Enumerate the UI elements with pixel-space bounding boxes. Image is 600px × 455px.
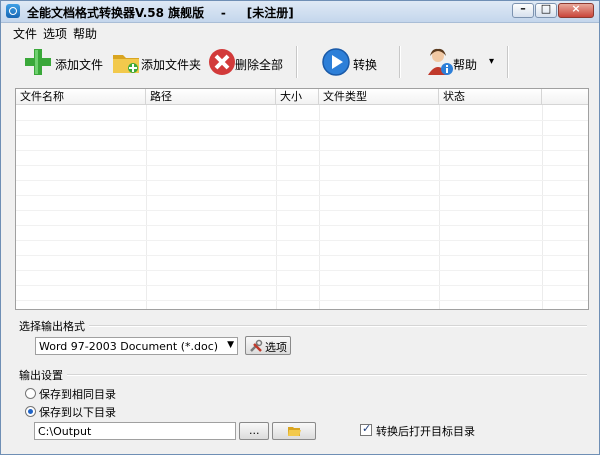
options-button[interactable]: 选项 [245, 336, 291, 355]
help-button[interactable]: 帮助 ▾ [425, 44, 503, 80]
open-after-convert-label[interactable]: 转换后打开目标目录 [376, 423, 475, 439]
app-window: 全能文档格式转换器V.58 旗舰版 - [未注册] – □ × 文件 选项 帮助… [0, 0, 600, 455]
play-icon [322, 48, 350, 76]
row-divider [16, 285, 588, 286]
open-folder-button[interactable] [272, 422, 316, 440]
delete-all-button[interactable]: 删除全部 [207, 44, 287, 80]
row-divider [16, 210, 588, 211]
convert-label: 转换 [353, 58, 378, 72]
plus-icon [25, 49, 51, 75]
row-divider [16, 225, 588, 226]
toolbar-separator [507, 46, 509, 78]
output-path-value: C:\Output [38, 425, 92, 438]
row-divider [16, 195, 588, 196]
minimize-icon: – [520, 2, 526, 15]
row-divider [16, 120, 588, 121]
row-divider [16, 180, 588, 181]
add-folder-button[interactable]: 添加文件夹 [111, 44, 202, 80]
row-divider [16, 150, 588, 151]
output-settings-label: 输出设置 [19, 369, 63, 382]
row-divider [16, 240, 588, 241]
folder-icon [113, 55, 139, 73]
column-header-size[interactable]: 大小 [276, 89, 319, 104]
close-icon: × [571, 2, 581, 15]
add-folder-label: 添加文件夹 [141, 58, 202, 72]
column-header-status[interactable]: 状态 [439, 89, 542, 104]
output-path-input[interactable]: C:\Output [34, 422, 236, 440]
browse-button[interactable]: ... [239, 422, 269, 440]
toolbar: 添加文件 添加文件夹 删除全部 转换 帮助 ▾ [1, 42, 599, 82]
convert-button[interactable]: 转换 [321, 44, 381, 80]
add-file-label: 添加文件 [55, 58, 104, 72]
row-divider [16, 270, 588, 271]
menu-options[interactable]: 选项 [43, 25, 67, 42]
output-format-value: Word 97-2003 Document (*.doc) [39, 340, 219, 353]
browse-button-label: ... [249, 424, 260, 437]
group-divider [67, 374, 587, 376]
folder-open-icon [288, 427, 301, 436]
output-format-label: 选择输出格式 [19, 320, 85, 333]
minimize-button[interactable]: – [512, 2, 534, 18]
row-divider [16, 300, 588, 301]
menu-help[interactable]: 帮助 [73, 25, 97, 42]
user-help-icon [428, 48, 453, 75]
delete-all-label: 删除全部 [235, 58, 284, 72]
chevron-down-icon[interactable]: ▾ [489, 56, 494, 67]
column-header-type[interactable]: 文件类型 [319, 89, 439, 104]
menu-file[interactable]: 文件 [13, 25, 37, 42]
column-header-path[interactable]: 路径 [146, 89, 276, 104]
radio-custom-directory-label[interactable]: 保存到以下目录 [39, 404, 116, 420]
row-divider [16, 165, 588, 166]
column-header-name[interactable]: 文件名称 [16, 89, 146, 104]
group-divider [89, 325, 587, 327]
radio-same-directory-label[interactable]: 保存到相同目录 [39, 386, 116, 402]
radio-custom-directory[interactable] [25, 406, 36, 417]
menu-bar: 文件 选项 帮助 [1, 23, 599, 41]
file-list-header: 文件名称 路径 大小 文件类型 状态 [16, 89, 588, 105]
maximize-button[interactable]: □ [535, 2, 557, 18]
chevron-down-icon: ▼ [227, 340, 234, 350]
delete-icon [209, 49, 235, 75]
output-format-select[interactable]: Word 97-2003 Document (*.doc) ▼ [35, 337, 238, 355]
window-title: 全能文档格式转换器V.58 旗舰版 - [未注册] [27, 6, 294, 20]
app-icon [6, 4, 20, 18]
toolbar-separator [296, 46, 298, 78]
row-divider [16, 135, 588, 136]
tools-icon [250, 339, 263, 352]
checkmark-icon: ✓ [362, 422, 372, 435]
file-list[interactable]: 文件名称 路径 大小 文件类型 状态 [15, 88, 589, 310]
maximize-icon: □ [540, 2, 552, 15]
close-button[interactable]: × [558, 2, 594, 18]
toolbar-separator [399, 46, 401, 78]
add-file-button[interactable]: 添加文件 [23, 44, 103, 80]
options-button-label: 选项 [265, 341, 287, 354]
row-divider [16, 255, 588, 256]
title-bar[interactable]: 全能文档格式转换器V.58 旗舰版 - [未注册] – □ × [1, 1, 599, 23]
help-label: 帮助 [453, 58, 478, 72]
open-after-convert-checkbox[interactable]: ✓ [360, 422, 372, 436]
radio-same-directory[interactable] [25, 388, 36, 399]
